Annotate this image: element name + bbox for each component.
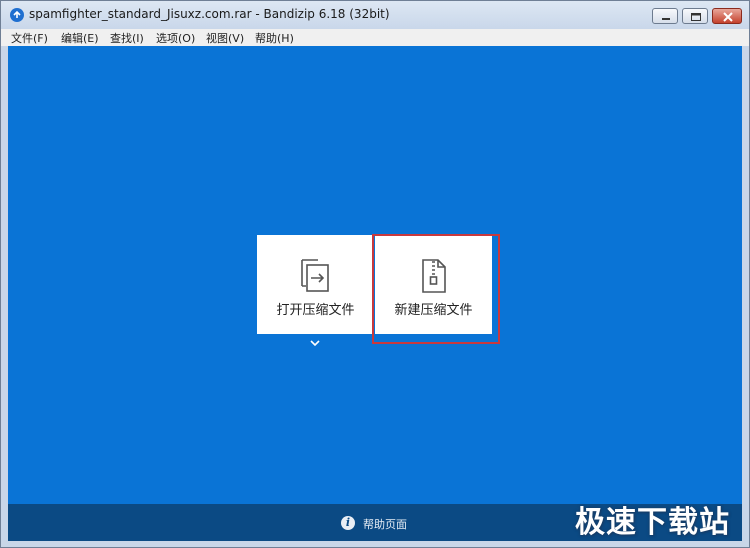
menu-view[interactable]: 视图(V) xyxy=(206,30,244,46)
open-archive-label: 打开压缩文件 xyxy=(276,303,355,318)
open-archive-button[interactable]: 打开压缩文件 xyxy=(257,235,374,334)
menu-bar: 文件(F) 编辑(E) 查找(I) 选项(O) 视图(V) 帮助(H) xyxy=(1,29,749,46)
app-window: spamfighter_standard_Jisuxz.com.rar - Ba… xyxy=(0,0,750,548)
menu-help[interactable]: 帮助(H) xyxy=(255,30,294,46)
open-archive-icon xyxy=(301,259,329,292)
main-panel: 打开压缩文件 新建压缩文件 xyxy=(8,46,742,504)
menu-edit[interactable]: 编辑(E) xyxy=(61,30,99,46)
maximize-icon xyxy=(691,13,701,21)
chevron-down-icon[interactable] xyxy=(308,338,322,348)
menu-options[interactable]: 选项(O) xyxy=(156,30,195,46)
maximize-button[interactable] xyxy=(682,8,708,24)
close-icon xyxy=(723,12,733,22)
site-watermark: 极速下载站 xyxy=(575,505,730,540)
title-bar[interactable]: spamfighter_standard_Jisuxz.com.rar - Ba… xyxy=(1,1,749,29)
menu-find[interactable]: 查找(I) xyxy=(110,30,144,46)
window-title: spamfighter_standard_Jisuxz.com.rar - Ba… xyxy=(29,7,390,21)
close-button[interactable] xyxy=(712,8,742,24)
help-page-link[interactable]: 帮助页面 xyxy=(363,516,407,532)
bandizip-app-icon[interactable] xyxy=(10,8,24,22)
minimize-button[interactable] xyxy=(652,8,678,24)
minimize-icon xyxy=(662,18,670,20)
menu-file[interactable]: 文件(F) xyxy=(11,30,48,46)
info-icon[interactable]: i xyxy=(341,516,355,530)
selection-highlight xyxy=(372,234,500,344)
